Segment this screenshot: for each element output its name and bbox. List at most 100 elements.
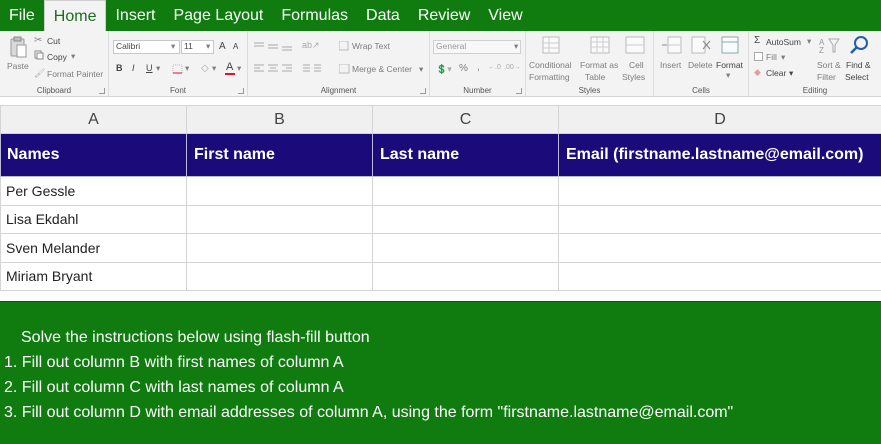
cell-a[interactable]: Miriam Bryant: [0, 261, 187, 291]
cell-b[interactable]: [186, 204, 373, 234]
format-cells-button[interactable]: Format: [716, 60, 743, 70]
conditional-formatting-button[interactable]: Conditional: [529, 60, 572, 70]
column-header-d[interactable]: D: [558, 105, 881, 134]
autosum-dropdown-icon[interactable]: ▾: [807, 36, 811, 47]
number-format-select[interactable]: General: [433, 40, 521, 54]
ribbon: Paste ✂ Cut Copy ▾ 🖌 Format Painter Clip…: [0, 31, 881, 97]
menu-page-layout[interactable]: Page Layout: [164, 0, 272, 31]
number-format-dropdown-icon[interactable]: ▾: [514, 41, 518, 52]
bold-button[interactable]: B: [116, 63, 123, 73]
header-cell-last-name[interactable]: Last name: [372, 133, 559, 177]
fill-button[interactable]: Fill: [766, 52, 777, 62]
font-name-dropdown-icon[interactable]: ▾: [171, 41, 175, 52]
cell-b[interactable]: [186, 233, 373, 263]
clipboard-launcher-icon[interactable]: [99, 88, 105, 94]
number-label: Number: [463, 86, 492, 95]
grow-font-button[interactable]: A: [219, 41, 226, 52]
column-header-c[interactable]: C: [372, 105, 559, 134]
cell-b[interactable]: [186, 261, 373, 291]
column-header-b[interactable]: B: [186, 105, 373, 134]
menu-file[interactable]: File: [0, 0, 44, 31]
percent-button[interactable]: %: [459, 63, 468, 74]
accounting-format-icon[interactable]: 💲▾: [436, 64, 452, 75]
format-cells-dropdown-icon[interactable]: ▾: [726, 70, 730, 81]
increase-indent-icon[interactable]: [314, 64, 324, 75]
fill-dropdown-icon[interactable]: ▾: [781, 52, 785, 63]
wrap-text-button[interactable]: Wrap Text: [352, 41, 390, 51]
font-launcher-icon[interactable]: [238, 88, 244, 94]
decrease-indent-icon[interactable]: [300, 64, 310, 75]
menu-data[interactable]: Data: [357, 0, 409, 31]
cell-a[interactable]: Lisa Ekdahl: [0, 204, 187, 234]
cells-group: Insert Delete Format ▾ Cells: [654, 31, 749, 97]
borders-icon[interactable]: [172, 64, 184, 76]
cell-c[interactable]: [372, 233, 559, 263]
sort-filter-button[interactable]: Sort &: [817, 60, 841, 70]
find-select-button[interactable]: Find &: [846, 60, 871, 70]
menu-insert[interactable]: Insert: [106, 0, 164, 31]
menu-view[interactable]: View: [479, 0, 531, 31]
font-group: Calibri ▾ 11 ▾ A A B I U ▾ ▾ ◇ ▾ A ▾ Fon…: [109, 31, 248, 97]
clear-button[interactable]: Clear: [766, 68, 786, 78]
merge-center-button[interactable]: Merge & Center: [352, 64, 412, 74]
paste-button[interactable]: Paste: [7, 61, 29, 71]
format-as-table-button[interactable]: Format as: [580, 60, 618, 70]
header-cell-email[interactable]: Email (firstname.lastname@email.com): [558, 133, 881, 177]
number-launcher-icon[interactable]: [516, 88, 522, 94]
font-color-dropdown-icon[interactable]: ▾: [237, 63, 241, 74]
column-header-a[interactable]: A: [0, 105, 187, 134]
cell-styles-button[interactable]: Cell: [629, 60, 644, 70]
align-right-icon[interactable]: [282, 64, 292, 75]
font-color-swatch: [225, 73, 235, 75]
header-cell-names[interactable]: Names: [0, 133, 187, 177]
paste-icon[interactable]: [8, 36, 28, 62]
cell-c[interactable]: [372, 261, 559, 291]
autosum-button[interactable]: AutoSum: [766, 37, 801, 47]
cell-a[interactable]: Sven Melander: [0, 233, 187, 263]
cell-a[interactable]: Per Gessle: [0, 176, 187, 206]
copy-button[interactable]: Copy: [47, 52, 67, 62]
alignment-launcher-icon[interactable]: [420, 88, 426, 94]
fill-color-icon[interactable]: ◇: [201, 63, 209, 74]
comma-button[interactable]: ,: [477, 62, 480, 73]
align-center-icon[interactable]: [268, 64, 278, 75]
insert-cells-button[interactable]: Insert: [660, 60, 681, 70]
font-color-button[interactable]: A: [226, 61, 233, 73]
align-top-icon[interactable]: [254, 41, 264, 53]
fill-icon: [754, 52, 763, 63]
alignment-label: Alignment: [320, 86, 357, 95]
align-middle-icon[interactable]: [268, 41, 278, 53]
delete-cells-button[interactable]: Delete: [688, 60, 713, 70]
orientation-icon[interactable]: ab↗: [302, 40, 320, 51]
cell-d[interactable]: [558, 233, 881, 263]
cut-button[interactable]: Cut: [47, 36, 60, 46]
sort-filter-icon: AZ: [819, 36, 841, 56]
font-size-dropdown-icon[interactable]: ▾: [206, 41, 210, 52]
increase-decimal-icon[interactable]: ←.0: [488, 64, 501, 71]
menu-formulas[interactable]: Formulas: [272, 0, 357, 31]
shrink-font-button[interactable]: A: [233, 42, 238, 51]
underline-dropdown-icon[interactable]: ▾: [156, 63, 160, 74]
cell-d[interactable]: [558, 176, 881, 206]
cell-d[interactable]: [558, 261, 881, 291]
cell-d[interactable]: [558, 204, 881, 234]
alignment-group: ab↗ Wrap Text Merge & Center ▾ Alignment: [248, 31, 430, 97]
menu-home[interactable]: Home: [43, 0, 107, 31]
cell-b[interactable]: [186, 176, 373, 206]
cell-c[interactable]: [372, 176, 559, 206]
align-left-icon[interactable]: [254, 64, 264, 75]
menu-review[interactable]: Review: [409, 0, 479, 31]
align-bottom-icon[interactable]: [282, 41, 292, 53]
decrease-decimal-icon[interactable]: .00→: [504, 64, 521, 71]
cell-c[interactable]: [372, 204, 559, 234]
underline-button[interactable]: U: [146, 63, 153, 73]
borders-dropdown-icon[interactable]: ▾: [185, 63, 189, 74]
header-cell-first-name[interactable]: First name: [186, 133, 373, 177]
italic-button[interactable]: I: [132, 63, 135, 73]
merge-center-dropdown-icon[interactable]: ▾: [419, 64, 423, 75]
copy-dropdown-icon[interactable]: ▾: [71, 51, 75, 62]
fill-color-dropdown-icon[interactable]: ▾: [212, 63, 216, 74]
clear-dropdown-icon[interactable]: ▾: [789, 68, 793, 79]
format-painter-button[interactable]: Format Painter: [47, 69, 103, 79]
font-name-select[interactable]: Calibri: [113, 40, 180, 54]
